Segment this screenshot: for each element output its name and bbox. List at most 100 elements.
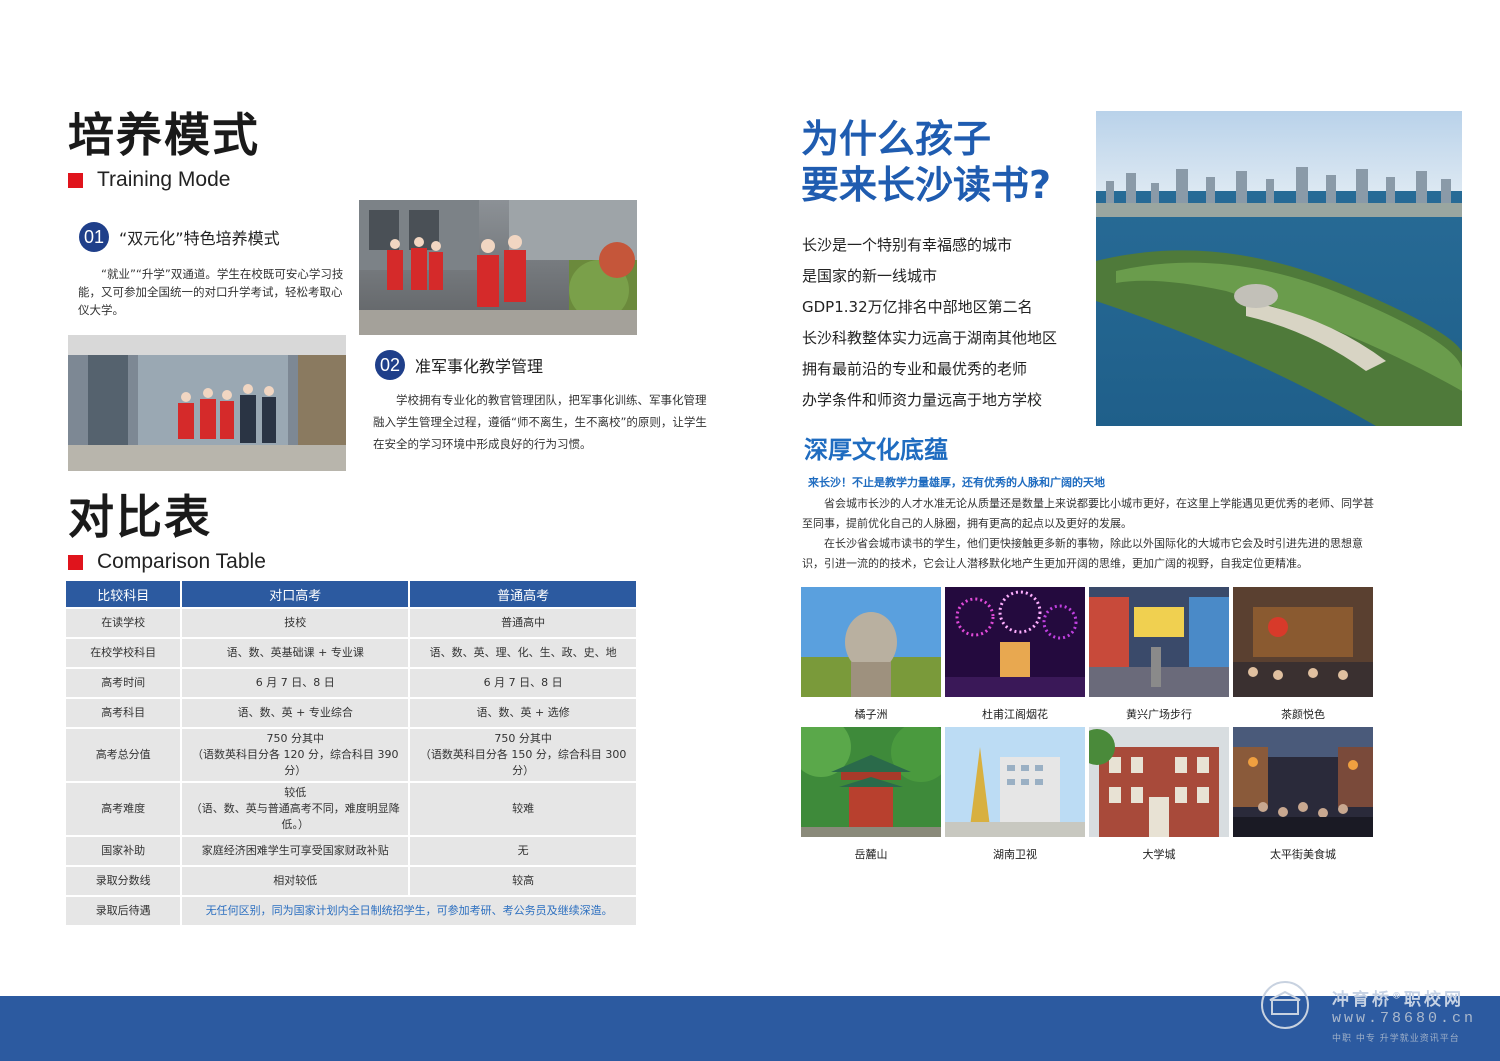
gallery-item-taiping-street: 太平街美食城 (1233, 727, 1373, 862)
why-reason: 办学条件和师资力量远高于地方学校 (802, 391, 1043, 409)
watermark-brand: 冲育桥®职校网 (1332, 985, 1464, 1010)
gallery-item-chayan: 茶颜悦色 (1233, 587, 1373, 722)
item-02-title: 准军事化教学管理 (415, 357, 544, 376)
yuelu-mountain-photo (801, 727, 941, 837)
trainees-gate-photo (68, 335, 346, 471)
table-cell: 录取后待遇 (66, 897, 181, 925)
table-row: 在读学校 技校 普通高中 (66, 609, 636, 637)
watermark-url: www.78680.cn (1332, 1010, 1477, 1027)
table-cell: 750 分其中 （语数英科目分各 120 分，综合科目 390 分） (182, 729, 409, 781)
culture-paragraph-1: 省会城市长沙的人才水准无论从质量还是数量上来说都要比小城市更好，在这里上学能遇见… (802, 497, 1374, 530)
table-cell: 较低 （语、数、英与普通高考不同，难度明显降低。） (182, 783, 409, 835)
why-title: 为什么孩子 要来长沙读书? (801, 116, 1051, 208)
why-title-line1: 为什么孩子 (801, 117, 992, 161)
hunan-tv-photo (945, 727, 1085, 837)
item-01-text: “就业”“升学”双通道。学生在校既可安心学习技能，又可参加全国统一的对口升学考试… (78, 267, 344, 317)
item-02-heading: 02 准军事化教学管理 (375, 350, 543, 380)
table-cell: 技校 (182, 609, 409, 637)
table-cell: 在校学校科目 (66, 639, 181, 667)
table-cell: 国家补助 (66, 837, 181, 865)
gallery-caption: 湖南卫视 (993, 848, 1037, 861)
table-cell: 高考难度 (66, 783, 181, 835)
table-cell: 语、数、英、理、化、生、政、史、地 (410, 639, 636, 667)
gallery-caption: 杜甫江阁烟花 (982, 708, 1048, 721)
header-cell: 对口高考 (182, 581, 409, 607)
why-reasons: 长沙是一个特别有幸福感的城市 是国家的新一线城市 GDP1.32万亿排名中部地区… (802, 230, 1057, 416)
table-cell: 语、数、英 + 专业综合 (182, 699, 409, 727)
number-badge-01: 01 (79, 222, 109, 252)
why-title-line2: 要来长沙读书? (801, 163, 1052, 207)
table-row: 录取后待遇 无任何区别，同为国家计划内全日制统招学生，可参加考研、考公务员及继续… (66, 897, 636, 925)
watermark-seal-icon (1250, 980, 1320, 1030)
table-row: 高考难度 较低 （语、数、英与普通高考不同，难度明显降低。） 较难 (66, 783, 636, 835)
table-cell: 在读学校 (66, 609, 181, 637)
why-reason: GDP1.32万亿排名中部地区第二名 (802, 298, 1033, 316)
table-cell: 高考总分值 (66, 729, 181, 781)
gallery-caption: 大学城 (1142, 848, 1176, 861)
gallery-item-yuelu: 岳麓山 (801, 727, 941, 862)
comparison-table: 比较科目 对口高考 普通高考 在读学校 技校 普通高中 在校学校科目 语、数、英… (64, 579, 638, 927)
watermark-name2: 职校网 (1404, 990, 1464, 1010)
table-cell: 6 月 7 日、8 日 (182, 669, 409, 697)
table-cell: 高考时间 (66, 669, 181, 697)
culture-title: 深厚文化底蕴 (804, 436, 948, 464)
gallery-caption: 岳麓山 (854, 848, 888, 861)
table-cell: 750 分其中 （语数英科目分各 150 分，综合科目 300 分） (410, 729, 636, 781)
table-row: 在校学校科目 语、数、英基础课 + 专业课 语、数、英、理、化、生、政、史、地 (66, 639, 636, 667)
training-subtitle: Training Mode (68, 168, 230, 192)
university-town-photo (1089, 727, 1229, 837)
fireworks-photo (945, 587, 1085, 697)
gallery-caption: 茶颜悦色 (1281, 708, 1325, 721)
red-square-icon (68, 172, 83, 188)
why-reason: 拥有最前沿的专业和最优秀的老师 (802, 360, 1028, 378)
tea-shop-photo (1233, 587, 1373, 697)
table-cell: 无任何区别，同为国家计划内全日制统招学生，可参加考研、考公务员及继续深造。 (182, 897, 636, 925)
table-cell: 语、数、英 + 选修 (410, 699, 636, 727)
comparison-title: 对比表 (68, 490, 212, 544)
number-badge-02: 02 (375, 350, 405, 380)
juzizhou-photo (801, 587, 941, 697)
header-cell: 比较科目 (66, 581, 181, 607)
table-cell: 录取分数线 (66, 867, 181, 895)
gallery-caption: 橘子洲 (854, 708, 888, 721)
red-square-icon (68, 554, 83, 570)
gallery-caption: 黄兴广场步行 (1126, 708, 1192, 721)
table-cell: 6 月 7 日、8 日 (410, 669, 636, 697)
gallery-item-juzizhou: 橘子洲 (801, 587, 941, 722)
table-cell: 高考科目 (66, 699, 181, 727)
table-row: 高考总分值 750 分其中 （语数英科目分各 120 分，综合科目 390 分）… (66, 729, 636, 781)
comparison-subtitle: Comparison Table (68, 550, 266, 574)
table-row: 高考科目 语、数、英 + 专业综合 语、数、英 + 选修 (66, 699, 636, 727)
gallery-item-huangxing-square: 黄兴广场步行 (1089, 587, 1229, 722)
table-header-row: 比较科目 对口高考 普通高考 (66, 581, 636, 607)
table-cell: 相对较低 (182, 867, 409, 895)
changsha-aerial-photo (1096, 111, 1462, 426)
culture-paragraph-2: 在长沙省会城市读书的学生，他们更快接触更多新的事物，除此以外国际化的大城市它会及… (802, 537, 1363, 570)
item-02-text: 学校拥有专业化的教官管理团队，把军事化训练、军事化管理融入学生管理全过程，遵循“… (373, 393, 707, 451)
watermark-tagline: 中职 中专 升学就业资讯平台 (1332, 1034, 1460, 1044)
watermark-reg: ® (1392, 991, 1404, 1002)
why-reason: 是国家的新一线城市 (802, 267, 938, 285)
table-row: 高考时间 6 月 7 日、8 日 6 月 7 日、8 日 (66, 669, 636, 697)
comparison-subtitle-text: Comparison Table (97, 550, 266, 573)
table-cell: 较难 (410, 783, 636, 835)
taiping-street-photo (1233, 727, 1373, 837)
training-title: 培养模式 (68, 108, 260, 162)
gallery-item-dufu-pavilion: 杜甫江阁烟花 (945, 587, 1085, 722)
comparison-table-wrap: 比较科目 对口高考 普通高考 在读学校 技校 普通高中 在校学校科目 语、数、英… (64, 579, 638, 927)
table-cell: 语、数、英基础课 + 专业课 (182, 639, 409, 667)
gallery-caption: 太平街美食城 (1270, 848, 1336, 861)
culture-subtitle: 来长沙！不止是教学力量雄厚，还有优秀的人脉和广阔的天地 (808, 476, 1105, 489)
gallery-item-university-town: 大学城 (1089, 727, 1229, 862)
training-subtitle-text: Training Mode (97, 168, 231, 191)
header-cell: 普通高考 (410, 581, 636, 607)
table-cell: 家庭经济困难学生可享受国家财政补贴 (182, 837, 409, 865)
table-cell: 较高 (410, 867, 636, 895)
table-row: 录取分数线 相对较低 较高 (66, 867, 636, 895)
item-01-heading: 01 “双元化”特色培养模式 (79, 222, 280, 252)
pedestrian-street-photo (1089, 587, 1229, 697)
trainees-walking-photo (359, 200, 637, 335)
why-reason: 长沙科教整体实力远高于湖南其他地区 (802, 329, 1058, 347)
item-01-title: “双元化”特色培养模式 (119, 229, 280, 248)
table-cell: 无 (410, 837, 636, 865)
